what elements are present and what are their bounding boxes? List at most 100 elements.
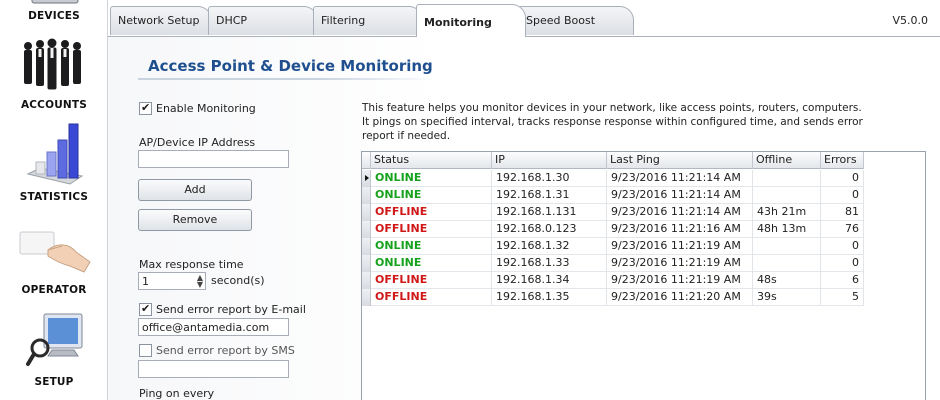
sms-report-label: Send error report by SMS <box>156 344 295 357</box>
column-header-status[interactable]: Status <box>371 152 492 169</box>
tab-filtering[interactable]: Filtering <box>313 6 423 35</box>
row-selector[interactable] <box>362 272 371 289</box>
cell-ip: 192.168.1.33 <box>492 255 607 272</box>
cell-status: ONLINE <box>371 170 492 187</box>
nav-label-statistics: STATISTICS <box>19 191 89 203</box>
table-row[interactable]: ONLINE 192.168.1.32 9/23/2016 11:21:19 AM 0 <box>362 238 864 255</box>
nav-item-statistics[interactable]: STATISTICS <box>0 120 108 208</box>
add-button[interactable]: Add <box>138 179 252 201</box>
nav-item-operator[interactable]: OPERATOR <box>0 226 108 298</box>
max-response-unit: second(s) <box>211 274 265 287</box>
email-report-label: Send error report by E-mail <box>156 303 306 316</box>
cell-ip: 192.168.1.34 <box>492 272 607 289</box>
cell-errors: 81 <box>821 204 864 221</box>
row-selector[interactable] <box>362 204 371 221</box>
table-row[interactable]: OFFLINE 192.168.0.123 9/23/2016 11:21:16 A… <box>362 221 864 238</box>
tab-network-setup[interactable]: Network Setup <box>110 6 212 35</box>
cell-ip: 192.168.1.31 <box>492 187 607 204</box>
table-row[interactable]: ONLINE 192.168.1.33 9/23/2016 11:21:19 AM 0 <box>362 255 864 272</box>
table-row[interactable]: ONLINE 192.168.1.30 9/23/2016 11:21:14 AM 0 <box>362 170 864 187</box>
operator-icon <box>19 231 91 273</box>
cell-status: OFFLINE <box>371 289 492 306</box>
remove-button[interactable]: Remove <box>138 209 252 231</box>
cell-last-ping: 9/23/2016 11:21:14 AM <box>607 204 753 221</box>
devices-icon <box>31 0 79 4</box>
cell-ip: 192.168.1.131 <box>492 204 607 221</box>
cell-errors: 0 <box>821 255 864 272</box>
cell-errors: 5 <box>821 289 864 306</box>
cell-offline <box>753 170 821 187</box>
left-navigation: DEVICES ACCOUNTS STATISTICS OPERATOR SET… <box>0 0 108 400</box>
cell-offline: 48h 13m <box>753 221 821 238</box>
sms-report-checkbox[interactable] <box>139 344 152 357</box>
enable-monitoring-checkbox[interactable] <box>139 101 152 115</box>
column-header-errors[interactable]: Errors <box>821 152 864 169</box>
ping-interval-label: Ping on every <box>139 387 215 400</box>
title-divider <box>138 78 438 80</box>
row-selector[interactable] <box>362 255 371 272</box>
nav-label-setup: SETUP <box>34 376 74 388</box>
row-selector[interactable] <box>362 289 371 306</box>
column-header-ip[interactable]: IP <box>492 152 607 169</box>
cell-status: ONLINE <box>371 238 492 255</box>
table-row[interactable]: OFFLINE 192.168.1.131 9/23/2016 11:21:14 A… <box>362 204 864 221</box>
cell-ip: 192.168.1.35 <box>492 289 607 306</box>
cell-last-ping: 9/23/2016 11:21:16 AM <box>607 221 753 238</box>
cell-offline <box>753 255 821 272</box>
cell-last-ping: 9/23/2016 11:21:19 AM <box>607 255 753 272</box>
nav-item-accounts[interactable]: ACCOUNTS <box>0 36 108 116</box>
cell-last-ping: 9/23/2016 11:21:14 AM <box>607 170 753 187</box>
row-selector[interactable] <box>362 187 371 204</box>
ip-address-label: AP/Device IP Address <box>139 136 256 149</box>
row-selector[interactable] <box>362 221 371 238</box>
version-label: V5.0.0 <box>892 14 928 27</box>
setup-icon <box>26 313 83 366</box>
cell-last-ping: 9/23/2016 11:21:19 AM <box>607 272 753 289</box>
max-response-value: 1 <box>142 275 149 288</box>
cell-offline: 48s <box>753 272 821 289</box>
max-response-stepper[interactable]: 1 ▲ ▼ <box>138 272 206 290</box>
table-row[interactable]: OFFLINE 192.168.1.35 9/23/2016 11:21:20 AM… <box>362 289 864 306</box>
table-row[interactable]: OFFLINE 192.168.1.34 9/23/2016 11:21:19 AM… <box>362 272 864 289</box>
spin-arrows-icon[interactable]: ▲ ▼ <box>197 274 203 289</box>
cell-status: OFFLINE <box>371 204 492 221</box>
table-row[interactable]: ONLINE 192.168.1.31 9/23/2016 11:21:14 AM 0 <box>362 187 864 204</box>
tab-dhcp[interactable]: DHCP <box>208 6 318 35</box>
nav-label-devices: DEVICES <box>28 10 80 22</box>
header-row-selector <box>362 152 371 169</box>
cell-ip: 192.168.1.32 <box>492 238 607 255</box>
tab-speed-boost[interactable]: Speed Boost <box>518 6 634 35</box>
nav-item-devices[interactable]: DEVICES <box>0 0 108 30</box>
tab-bar: Network Setup DHCP Filtering Monitoring … <box>108 0 940 37</box>
cell-last-ping: 9/23/2016 11:21:19 AM <box>607 238 753 255</box>
current-row-indicator-icon[interactable] <box>362 170 371 187</box>
row-selector[interactable] <box>362 238 371 255</box>
cell-offline: 43h 21m <box>753 204 821 221</box>
column-header-offline[interactable]: Offline <box>753 152 821 169</box>
sms-input[interactable] <box>138 360 289 378</box>
column-header-last-ping[interactable]: Last Ping <box>607 152 753 169</box>
enable-monitoring-label: Enable Monitoring <box>156 102 256 115</box>
nav-label-operator: OPERATOR <box>21 284 87 296</box>
cell-errors: 76 <box>821 221 864 238</box>
feature-description: This feature helps you monitor devices i… <box>362 102 863 142</box>
cell-errors: 6 <box>821 272 864 289</box>
cell-errors: 0 <box>821 187 864 204</box>
cell-last-ping: 9/23/2016 11:21:14 AM <box>607 187 753 204</box>
cell-errors: 0 <box>821 238 864 255</box>
email-report-checkbox[interactable] <box>139 302 152 316</box>
nav-label-accounts: ACCOUNTS <box>20 99 88 111</box>
monitoring-panel: Access Point & Device Monitoring Enable … <box>108 36 940 400</box>
ip-address-input[interactable] <box>138 150 289 168</box>
email-input[interactable]: office@antamedia.com <box>138 318 289 336</box>
cell-status: OFFLINE <box>371 221 492 238</box>
cell-errors: 0 <box>821 170 864 187</box>
tab-monitoring[interactable]: Monitoring <box>416 4 526 37</box>
cell-ip: 192.168.0.123 <box>492 221 607 238</box>
cell-status: ONLINE <box>371 187 492 204</box>
cell-offline <box>753 238 821 255</box>
cell-ip: 192.168.1.30 <box>492 170 607 187</box>
device-monitoring-table[interactable]: Status IP Last Ping Offline Errors ONLIN… <box>361 151 926 400</box>
cell-offline: 39s <box>753 289 821 306</box>
nav-item-setup[interactable]: SETUP <box>0 310 108 400</box>
